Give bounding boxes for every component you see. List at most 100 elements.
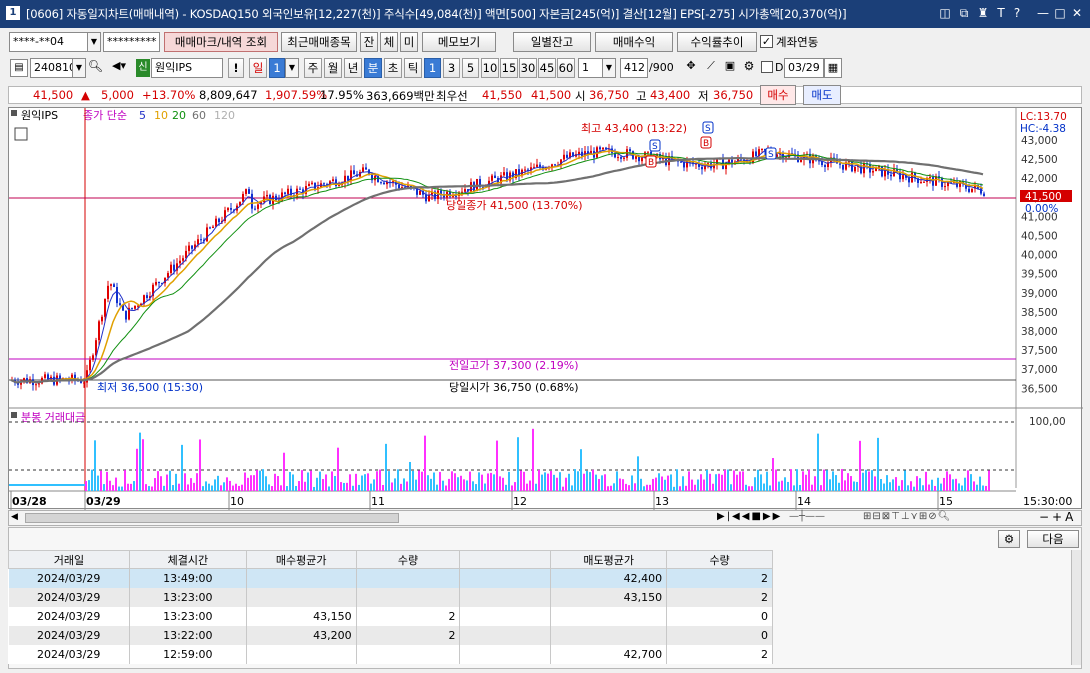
volume-bar [688,471,690,491]
volume-bar [643,486,645,491]
table-row[interactable]: 2024/03/29 13:23:00 43,150 2 0 [8,606,773,626]
zoom-controls-icon[interactable]: −+A [1039,510,1076,524]
y-tick-label: 40,000 [1021,250,1058,262]
date-checkbox[interactable] [761,61,773,73]
code-dropdown-icon[interactable]: ▼ [72,58,86,78]
grid-vscrollbar[interactable] [1071,550,1081,665]
candle-body [872,171,874,173]
stock-list-icon[interactable]: ▤ [10,59,28,77]
volume-bar [406,481,408,491]
crosshair-icon[interactable]: ✥ [682,59,700,77]
copy-window-icon[interactable]: ⧉ [957,6,971,20]
account-dropdown-icon[interactable]: ▼ [87,32,101,52]
return-trend-button[interactable]: 수익률추이 [677,32,757,52]
candle-body [620,157,622,159]
next-page-button[interactable]: 다음 [1027,530,1079,548]
account-input[interactable]: ****-**04 [9,32,89,52]
period-minute-button[interactable]: 분 [364,58,382,78]
sound-icon[interactable]: ◀▾ [106,59,132,77]
chart-panel[interactable]: 43,00042,50042,00041,50041,00040,50040,0… [8,107,1083,510]
sell-button[interactable]: 매도 [803,85,841,105]
volume-bar [631,475,633,491]
volume-bar [106,471,108,491]
settings-gear-icon[interactable]: ⚙ [740,59,758,77]
period-second-button[interactable]: 초 [384,58,402,78]
trade-marker-label: S [705,124,711,134]
search-icon[interactable]: 🔍︎ [87,59,104,77]
col-buy-avg[interactable]: 매수평균가 [245,550,357,569]
stock-name-input[interactable]: 원익IPS [151,58,223,78]
playback-controls-icon[interactable]: ▶|◀◀■▶▶ [717,511,782,522]
period-num-input[interactable]: 1 [269,58,285,78]
candle-body [629,149,631,152]
period-num-dropdown-icon[interactable]: ▼ [285,58,299,78]
table-row[interactable]: 2024/03/29 12:59:00 42,700 2 [8,644,773,664]
volume-bar [871,470,873,491]
link-icon[interactable]: ◫ [938,6,952,20]
count-input[interactable]: 412 [620,58,648,78]
period-tick-button[interactable]: 틱 [404,58,422,78]
close-icon[interactable]: ✕ [1070,6,1084,20]
col-sell-qty[interactable]: 수량 [666,550,773,569]
table-cell: 13:23:00 [129,587,247,607]
candle-body [212,226,214,228]
interval-dropdown-icon[interactable]: ▼ [602,58,616,78]
interval-button-3[interactable]: 3 [443,58,460,78]
volume-bar [226,477,228,491]
save-icon[interactable]: ▣ [721,59,739,77]
col-exec-time[interactable]: 체결시간 [128,550,247,569]
stock-code-input[interactable]: 240810 [30,58,74,78]
memo-button[interactable]: 메모보기 [422,32,496,52]
col-sell-avg[interactable]: 매도평균가 [550,550,668,569]
table-row[interactable]: 2024/03/29 13:49:00 42,400 2 [8,568,773,588]
trade-profit-button[interactable]: 매매수익 [595,32,673,52]
table-cell: 43,150 [550,587,668,607]
account-link-checkbox[interactable]: ✓ [760,35,773,48]
table-row[interactable]: 2024/03/29 13:22:00 43,200 2 0 [8,625,773,645]
interval-button-1[interactable]: 1 [424,58,441,78]
help-icon[interactable]: ? [1010,6,1024,20]
alert-button[interactable]: ! [228,58,244,78]
interval-button-30[interactable]: 30 [519,58,537,78]
period-day-button[interactable]: 일 [249,58,267,78]
calendar-icon[interactable]: ▦ [824,58,842,78]
password-input[interactable]: ********* [103,32,160,52]
buy-button[interactable]: 매수 [760,85,796,105]
chart-tools-icon[interactable]: ⊞⊟⊠⊤⊥⋎⊞⊘🔍︎ [863,511,951,522]
tab-mi[interactable]: 미 [400,32,418,52]
period-week-button[interactable]: 주 [304,58,322,78]
y-tick-label: 37,500 [1021,345,1058,357]
interval-button-10[interactable]: 10 [481,58,499,78]
period-month-button[interactable]: 월 [324,58,342,78]
interval-input[interactable]: 1 [578,58,604,78]
trade-mark-button[interactable]: 매매마크/내역 조회 [164,32,278,52]
col-buy-qty[interactable]: 수량 [355,550,461,569]
minute-chart[interactable]: 43,00042,50042,00041,50041,00040,50040,0… [9,108,1083,510]
pin-icon[interactable]: ♜ [976,6,990,20]
chart-scrollbar[interactable]: ◀ ▶|◀◀■▶▶ —┼—— ⊞⊟⊠⊤⊥⋎⊞⊘🔍︎ −+A [8,510,1082,526]
daily-balance-button[interactable]: 일별잔고 [513,32,591,52]
maximize-icon[interactable]: □ [1053,6,1067,20]
table-cell [459,606,552,626]
scroll-left-icon[interactable]: ◀ [11,512,18,522]
interval-button-45[interactable]: 45 [538,58,556,78]
volume-bar [976,484,978,491]
interval-button-15[interactable]: 15 [500,58,518,78]
scroll-thumb[interactable] [25,513,399,523]
grid-settings-gear-icon[interactable]: ⚙ [998,530,1020,548]
minimize-icon[interactable]: — [1036,6,1050,20]
volume-bar [313,486,315,491]
col-trade-date[interactable]: 거래일 [8,550,130,569]
tab-jan[interactable]: 잔 [360,32,378,52]
interval-button-5[interactable]: 5 [462,58,479,78]
interval-button-60[interactable]: 60 [557,58,575,78]
draw-line-icon[interactable]: ⟋ [702,59,720,77]
table-row[interactable]: 2024/03/29 13:23:00 43,150 2 [8,587,773,607]
date-input[interactable]: 03/29 [784,58,824,78]
period-year-button[interactable]: 년 [344,58,362,78]
zoom-slider[interactable]: —┼—— [789,511,825,522]
tab-che[interactable]: 체 [380,32,398,52]
font-icon[interactable]: T [994,6,1008,20]
volume-bar [154,478,156,491]
recent-trades-button[interactable]: 최근매매종목 [281,32,357,52]
